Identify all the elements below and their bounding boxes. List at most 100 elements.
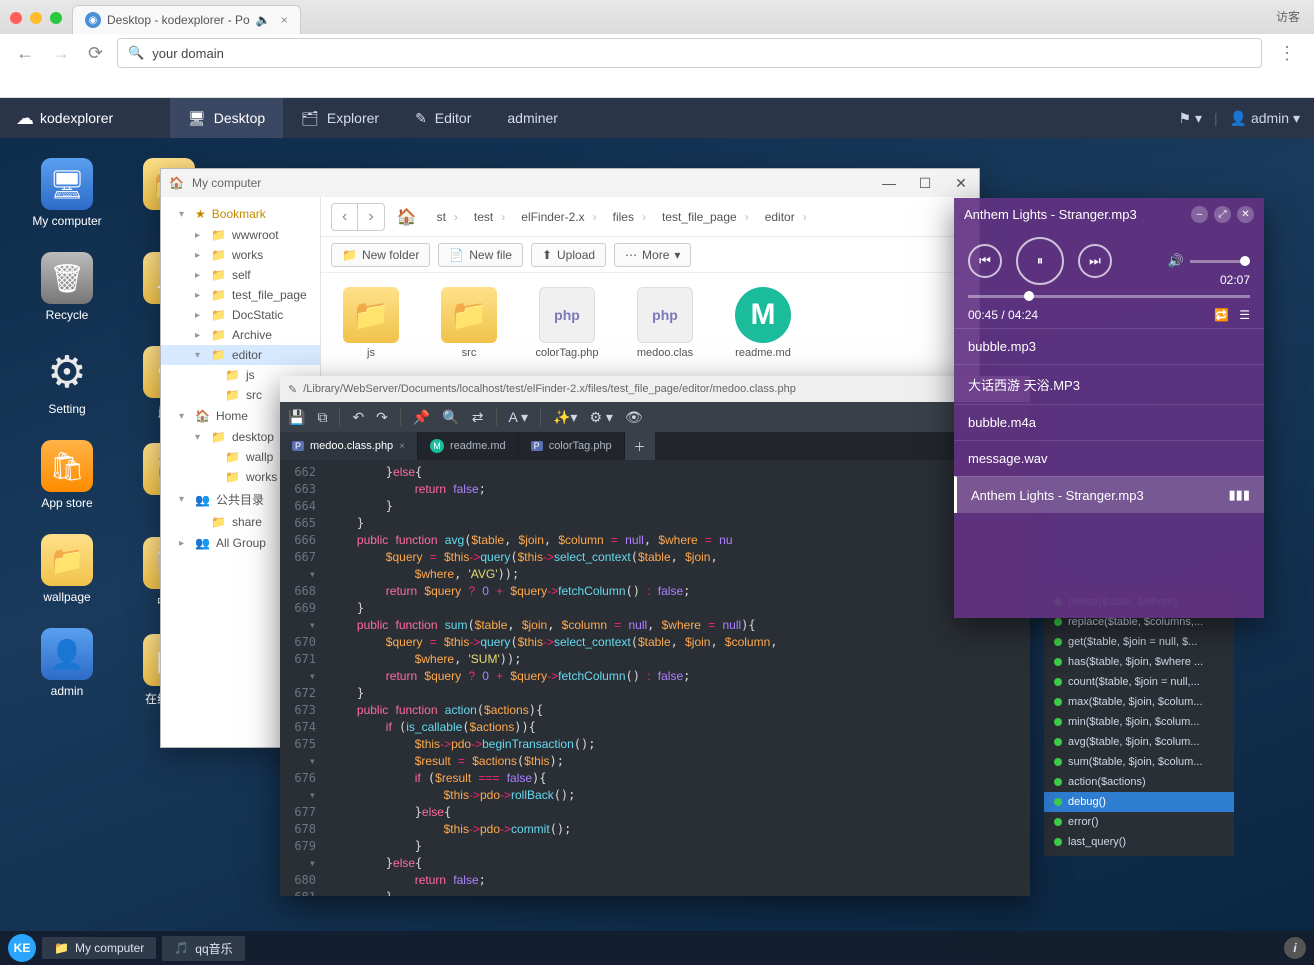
outline-item[interactable]: action($actions) <box>1044 772 1234 792</box>
window-close-icon[interactable]: ✕ <box>943 175 979 192</box>
crumb-forward-button[interactable]: › <box>357 204 383 230</box>
outline-item[interactable]: error() <box>1044 812 1234 832</box>
taskbar-item-mycomputer[interactable]: 📁 My computer <box>42 937 156 959</box>
wand-icon[interactable]: ✨▾ <box>553 409 577 426</box>
outline-item[interactable]: debug() <box>1044 792 1234 812</box>
desktop-icon[interactable]: 🛍App store <box>22 440 112 510</box>
user-menu[interactable]: 👤 admin ▾ <box>1230 110 1300 127</box>
more-button[interactable]: ⋯ More ▾ <box>614 243 691 267</box>
file-item[interactable]: 📁src <box>433 287 505 359</box>
crumb-back-button[interactable]: ‹ <box>332 204 357 230</box>
player-min-icon[interactable]: – <box>1191 206 1208 223</box>
pin-icon[interactable]: 📌 <box>413 409 430 426</box>
sidebar-item[interactable]: ▸📁Archive <box>161 325 320 345</box>
flag-icon[interactable]: ⚑ ▾ <box>1179 110 1202 127</box>
taskbar-item-qqmusic[interactable]: 🎵 qq音乐 <box>162 936 244 961</box>
window-min-icon[interactable]: — <box>871 175 907 192</box>
sidebar-item[interactable]: ▸📁test_file_page <box>161 285 320 305</box>
home-icon[interactable]: 🏠 <box>391 207 423 227</box>
breadcrumb-item[interactable]: test_file_page <box>654 210 757 224</box>
window-close-dot[interactable] <box>10 12 22 24</box>
outline-item[interactable]: last_query() <box>1044 832 1234 852</box>
sidebar-item[interactable]: ▾📁editor <box>161 345 320 365</box>
reload-button[interactable]: ⟳ <box>84 43 107 64</box>
sidebar-item[interactable]: ▸📁DocStatic <box>161 305 320 325</box>
player-close-icon[interactable]: ✕ <box>1237 206 1254 223</box>
editor-tab[interactable]: Pmedoo.class.php× <box>280 432 418 460</box>
play-pause-button[interactable]: ⏸ <box>1016 237 1064 285</box>
file-item[interactable]: Mreadme.md <box>727 287 799 359</box>
breadcrumb-item[interactable]: test <box>466 210 513 224</box>
playlist-item[interactable]: bubble.mp3 <box>954 328 1264 364</box>
desktop-icon[interactable]: 🗑Recycle <box>22 252 112 322</box>
playlist-item[interactable]: bubble.m4a <box>954 404 1264 440</box>
volume-slider[interactable] <box>1190 260 1250 263</box>
breadcrumb-item[interactable]: st <box>429 210 466 224</box>
editor-tab[interactable]: PcolorTag.php <box>519 432 625 460</box>
outline-item[interactable]: sum($table, $join, $colum... <box>1044 752 1234 772</box>
outline-item[interactable]: min($table, $join, $colum... <box>1044 712 1234 732</box>
nav-editor[interactable]: ✎Editor <box>397 98 489 138</box>
browser-tab[interactable]: ◉ Desktop - kodexplorer - Po 🔈 × <box>72 5 301 34</box>
breadcrumb-item[interactable]: editor <box>757 210 815 224</box>
outline-item[interactable]: count($table, $join = null,... <box>1044 672 1234 692</box>
save-icon[interactable]: 💾 <box>288 409 305 426</box>
prev-button[interactable]: ⏮ <box>968 244 1002 278</box>
eye-icon[interactable]: 👁 <box>625 409 643 426</box>
forward-button[interactable]: → <box>48 43 74 64</box>
repeat-icon[interactable]: 🔁 <box>1214 308 1229 322</box>
shuffle-icon[interactable]: ⇄ <box>472 409 484 426</box>
address-bar[interactable]: 🔍 your domain <box>117 38 1262 68</box>
breadcrumb-item[interactable]: elFinder-2.x <box>513 210 604 224</box>
desktop-icon[interactable]: 👤admin <box>22 628 112 698</box>
editor-tab-add[interactable]: ＋ <box>625 432 655 460</box>
brand[interactable]: ☁ kodexplorer <box>0 108 170 129</box>
file-item[interactable]: 📁js <box>335 287 407 359</box>
guest-label[interactable]: 访客 <box>1276 8 1300 25</box>
playlist-icon[interactable]: ☰ <box>1239 308 1250 322</box>
desktop-icon[interactable]: 📁wallpage <box>22 534 112 604</box>
info-icon[interactable]: i <box>1284 937 1306 959</box>
desktop-icon[interactable]: 🖥My computer <box>22 158 112 228</box>
redo-icon[interactable]: ↷ <box>376 409 388 426</box>
gear-icon[interactable]: ⚙ ▾ <box>589 409 612 426</box>
seek-slider[interactable] <box>968 295 1250 298</box>
upload-button[interactable]: ⬆ Upload <box>531 243 606 267</box>
next-button[interactable]: ⏭ <box>1078 244 1112 278</box>
desktop-icon[interactable]: ⚙Setting <box>22 346 112 416</box>
tab-audio-icon[interactable]: 🔈 <box>256 13 271 27</box>
font-icon[interactable]: A ▾ <box>509 409 528 426</box>
new-file-button[interactable]: 📄 New file <box>438 243 523 267</box>
undo-icon[interactable]: ↶ <box>352 409 364 426</box>
outline-item[interactable]: max($table, $join, $colum... <box>1044 692 1234 712</box>
sidebar-item[interactable]: ▸📁self <box>161 265 320 285</box>
sidebar-item[interactable]: ▸📁wwwroot <box>161 225 320 245</box>
playlist-item[interactable]: Anthem Lights - Stranger.mp3▮▮▮ <box>954 476 1264 513</box>
file-item[interactable]: phpcolorTag.php <box>531 287 603 359</box>
outline-item[interactable]: get($table, $join = null, $... <box>1044 632 1234 652</box>
sidebar-bookmark-header[interactable]: ▾★ Bookmark <box>161 203 320 225</box>
playlist-item[interactable]: 大话西游 天浴.MP3 <box>954 364 1264 404</box>
code-view[interactable]: }else{ return false; } } public function… <box>322 460 1030 896</box>
window-max-icon[interactable]: ☐ <box>907 175 943 192</box>
copy-icon[interactable]: ⧉ <box>317 409 327 426</box>
sidebar-item[interactable]: ▸📁works <box>161 245 320 265</box>
nav-explorer[interactable]: 🗂Explorer <box>283 98 397 138</box>
breadcrumb-item[interactable]: files <box>605 210 654 224</box>
nav-adminer[interactable]: adminer <box>489 98 576 138</box>
tab-close-icon[interactable]: × <box>281 13 288 27</box>
window-min-dot[interactable] <box>30 12 42 24</box>
editor-tab[interactable]: Mreadme.md <box>418 432 519 460</box>
back-button[interactable]: ← <box>12 43 38 64</box>
outline-item[interactable]: avg($table, $join, $colum... <box>1044 732 1234 752</box>
window-max-dot[interactable] <box>50 12 62 24</box>
outline-item[interactable]: has($table, $join, $where ... <box>1044 652 1234 672</box>
chrome-menu-icon[interactable]: ⋮ <box>1272 43 1302 64</box>
nav-desktop[interactable]: 🖥Desktop <box>170 98 283 138</box>
fm-titlebar[interactable]: 🏠 My computer — ☐ ✕ <box>161 169 979 197</box>
search-icon[interactable]: 🔍 <box>442 409 459 426</box>
volume-icon[interactable]: 🔊 <box>1168 253 1184 269</box>
playlist-item[interactable]: message.wav <box>954 440 1264 476</box>
new-folder-button[interactable]: 📁 New folder <box>331 243 430 267</box>
taskbar-logo[interactable]: KE <box>8 934 36 962</box>
